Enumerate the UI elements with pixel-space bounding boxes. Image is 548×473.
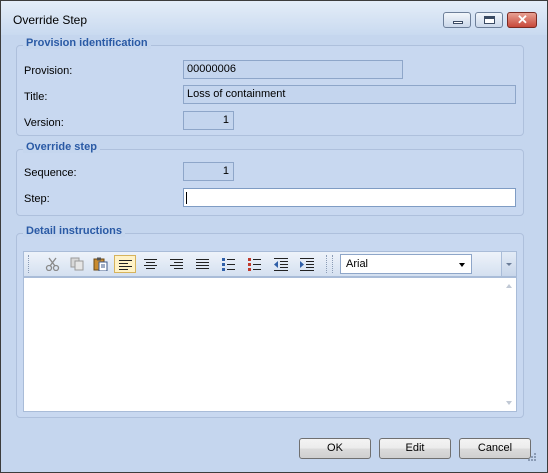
bullet-list-button[interactable]	[218, 255, 240, 273]
outdent-icon	[274, 258, 288, 271]
group-title: Detail instructions	[23, 225, 125, 237]
group-title: Provision identification	[23, 37, 151, 49]
paste-icon	[93, 257, 108, 271]
paste-button[interactable]	[90, 255, 112, 273]
font-select-value: Arial	[346, 258, 369, 270]
formatting-toolbar: Arial	[23, 251, 517, 277]
toolbar-grip[interactable]	[332, 255, 335, 273]
title-bar[interactable]: Override Step ✕	[1, 1, 547, 35]
chevron-down-icon	[459, 263, 465, 267]
toolbar-grip[interactable]	[28, 255, 31, 273]
step-input[interactable]	[183, 188, 516, 207]
align-left-button[interactable]	[114, 255, 136, 273]
outdent-button[interactable]	[270, 255, 292, 273]
step-label: Step:	[24, 193, 50, 205]
close-button[interactable]: ✕	[507, 12, 537, 28]
indent-icon	[300, 258, 314, 271]
justify-button[interactable]	[192, 255, 214, 273]
copy-icon	[70, 257, 84, 271]
chevron-down-icon	[506, 263, 512, 266]
sequence-field: 1	[183, 162, 234, 181]
editor-scrollbar[interactable]	[502, 278, 516, 411]
provision-identification-group: Provision identification Provision: 0000…	[16, 37, 524, 136]
toolbar-separator	[326, 255, 329, 273]
align-center-icon	[144, 259, 157, 269]
title-field: Loss of containment	[183, 85, 516, 104]
dialog-body: Provision identification Provision: 0000…	[7, 35, 541, 466]
minimize-button[interactable]	[443, 12, 471, 28]
bullet-list-icon	[222, 258, 235, 271]
group-title: Override step	[23, 141, 100, 153]
cut-icon	[45, 257, 60, 271]
edit-button[interactable]: Edit	[379, 438, 451, 459]
align-right-button[interactable]	[166, 255, 188, 273]
align-left-icon	[119, 260, 132, 270]
justify-icon	[196, 259, 209, 269]
override-step-dialog: Override Step ✕ Provision identification…	[0, 0, 548, 473]
scroll-down-icon[interactable]	[506, 401, 512, 405]
provision-field: 00000006	[183, 60, 403, 79]
numbered-list-icon	[248, 258, 261, 271]
toolbar-overflow-button[interactable]	[501, 252, 516, 276]
minimize-icon	[453, 21, 463, 24]
cut-button[interactable]	[42, 255, 64, 273]
scroll-up-icon[interactable]	[506, 284, 512, 288]
override-step-group: Override step Sequence: 1 Step:	[16, 141, 524, 216]
detail-instructions-editor[interactable]	[23, 277, 517, 412]
align-center-button[interactable]	[140, 255, 162, 273]
title-label: Title:	[24, 91, 48, 103]
indent-button[interactable]	[296, 255, 318, 273]
font-select[interactable]: Arial	[340, 254, 472, 274]
provision-label: Provision:	[24, 65, 73, 77]
version-field: 1	[183, 111, 234, 130]
maximize-icon	[484, 16, 495, 24]
cancel-button[interactable]: Cancel	[459, 438, 531, 459]
detail-instructions-group: Detail instructions Arial	[16, 225, 524, 418]
copy-button[interactable]	[66, 255, 88, 273]
maximize-button[interactable]	[475, 12, 503, 28]
align-right-icon	[170, 259, 183, 269]
version-label: Version:	[24, 117, 64, 129]
window-title: Override Step	[13, 13, 88, 27]
close-icon: ✕	[517, 12, 528, 27]
resize-grip-icon[interactable]	[527, 452, 537, 462]
text-caret	[186, 192, 187, 204]
sequence-label: Sequence:	[24, 167, 77, 179]
ok-button[interactable]: OK	[299, 438, 371, 459]
numbered-list-button[interactable]	[244, 255, 266, 273]
